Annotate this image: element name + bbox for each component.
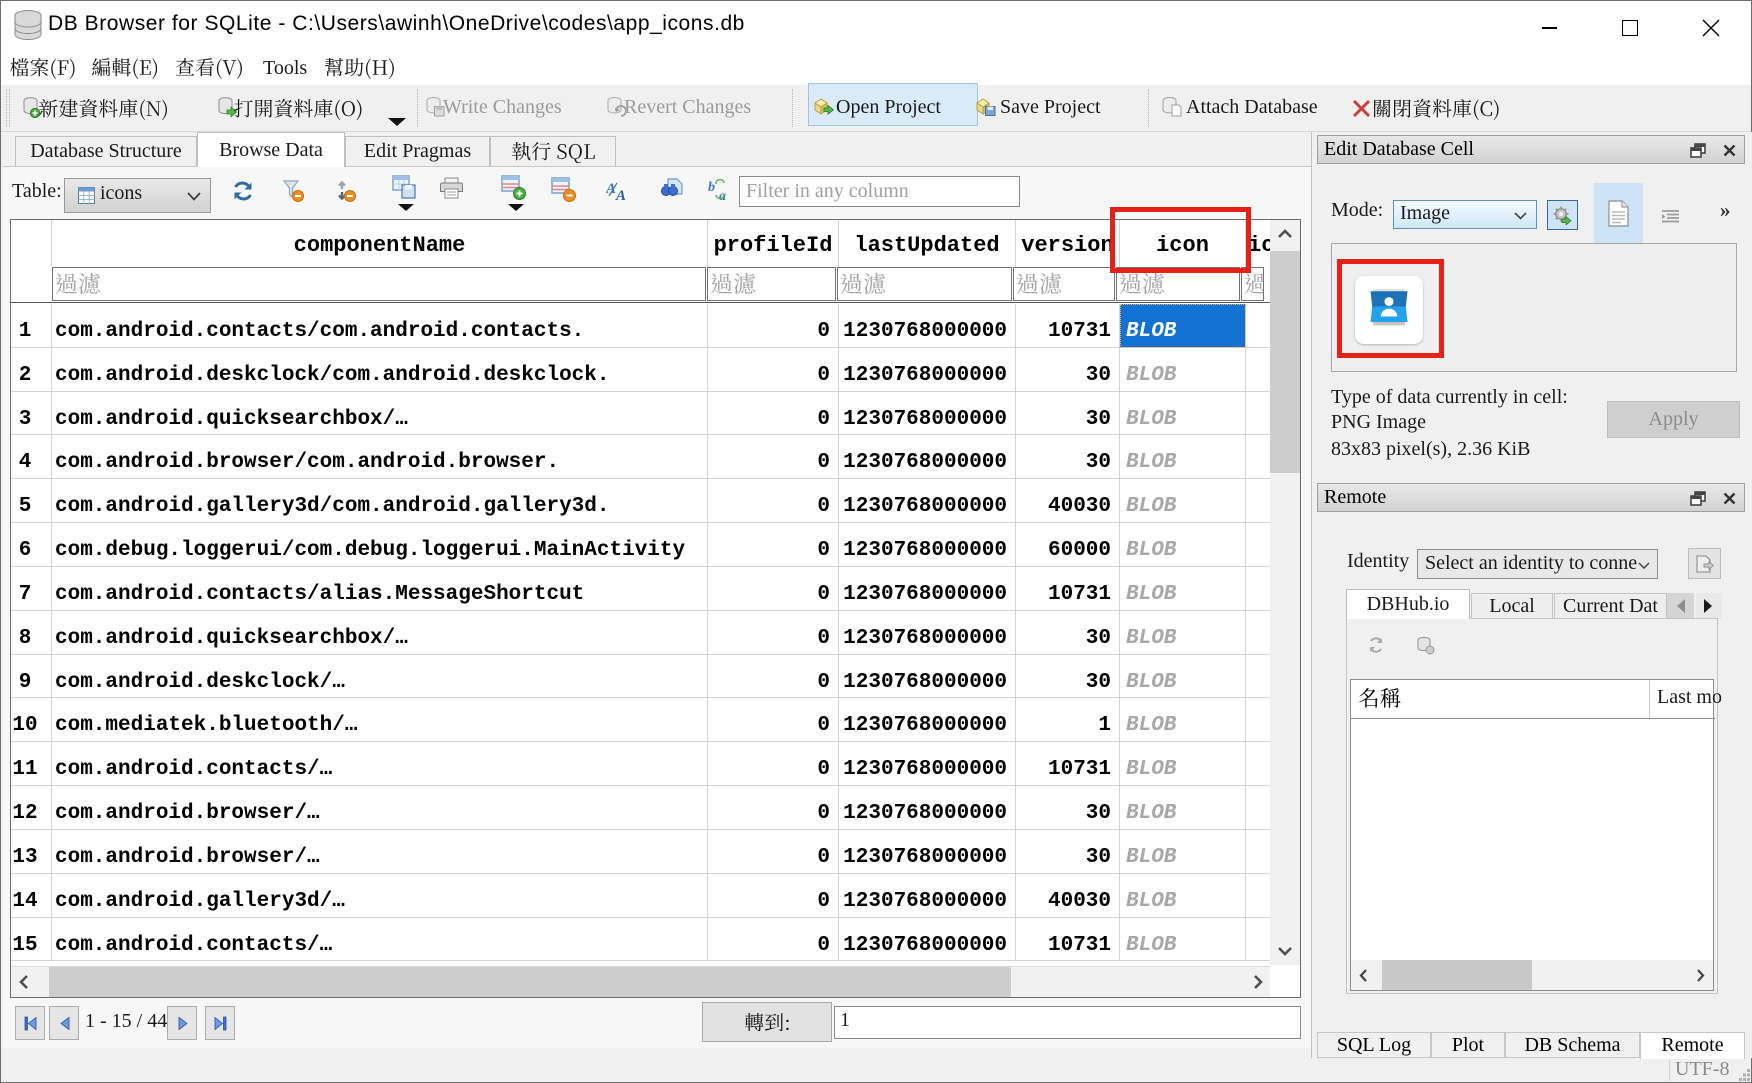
svg-text:a: a (719, 189, 726, 202)
svg-text:b: b (708, 180, 715, 195)
svg-text:A: A (615, 188, 626, 201)
svg-text:A: A (606, 181, 616, 197)
